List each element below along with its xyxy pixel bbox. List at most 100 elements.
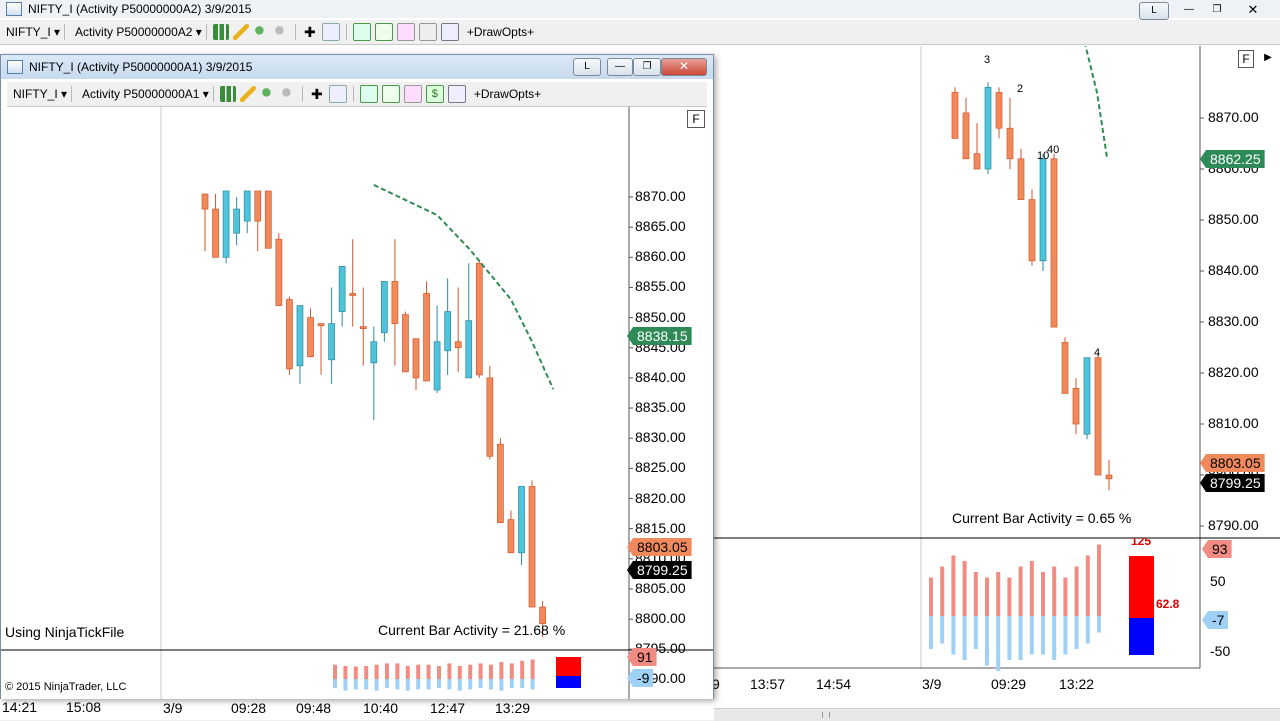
- back-close-button[interactable]: ✕: [1240, 2, 1266, 18]
- x-tick-label: 12:47: [430, 700, 466, 716]
- activity-bar-negative: [1018, 616, 1023, 660]
- pencil-icon[interactable]: [239, 86, 256, 102]
- candle-body: [951, 92, 959, 139]
- candle-body: [995, 92, 1003, 129]
- front-minimize-button[interactable]: —: [607, 58, 633, 76]
- activity-bar-positive: [962, 561, 967, 616]
- activity-bar-negative: [973, 616, 978, 649]
- x-tick-label: 09:29: [991, 676, 1027, 692]
- data-box-icon[interactable]: [418, 23, 437, 41]
- zoom-out-icon[interactable]: [272, 24, 289, 40]
- y-tick-label: 8870.00: [1208, 109, 1259, 125]
- properties-icon[interactable]: [447, 85, 466, 103]
- x-tick-label: 14:54: [816, 676, 852, 692]
- candle-body: [465, 320, 473, 379]
- strategies-icon[interactable]: [374, 23, 393, 41]
- activity-bar-negative: [364, 679, 369, 690]
- candle-body: [307, 317, 314, 358]
- indicators-icon[interactable]: [359, 85, 378, 103]
- back-drawopts-menu[interactable]: +DrawOpts+: [467, 25, 534, 39]
- properties-icon[interactable]: [440, 23, 459, 41]
- back-minimize-button[interactable]: —: [1178, 2, 1200, 18]
- activity-bar-positive: [1074, 566, 1079, 616]
- activity-bar-positive: [437, 666, 441, 679]
- candle-body: [1072, 387, 1080, 425]
- activity-bar-positive: [395, 663, 400, 679]
- candle-body: [296, 305, 304, 367]
- candle-body: [201, 193, 209, 210]
- strategies-icon[interactable]: [381, 85, 400, 103]
- candle-body: [1105, 474, 1113, 480]
- dollar-icon[interactable]: $: [425, 85, 444, 103]
- activity-current-positive: [1129, 556, 1154, 618]
- candle-body: [402, 314, 409, 373]
- candle-body: [1006, 127, 1014, 160]
- zoom-out-icon[interactable]: [279, 86, 296, 102]
- candle-body: [359, 326, 367, 329]
- chart-trader-icon[interactable]: [396, 23, 415, 41]
- activity-bar-negative: [333, 679, 337, 689]
- front-restore-button[interactable]: ❐: [633, 58, 661, 76]
- back-sma-flag: 8862.25: [1200, 150, 1265, 168]
- front-toolbar: NIFTY_I ▾ Activity P50000000A1 ▾ ✚ $ +Dr…: [7, 82, 707, 107]
- copyright-text: © 2015 NinjaTrader, LLC: [5, 681, 127, 693]
- chart-style-icon[interactable]: [212, 24, 229, 40]
- pencil-icon[interactable]: [232, 24, 249, 40]
- front-high-flag: 8803.05: [627, 538, 692, 556]
- crosshair-icon[interactable]: ✚: [309, 86, 325, 102]
- back-activity-top-value: 125: [1131, 538, 1152, 548]
- front-price-chart[interactable]: [1, 107, 713, 699]
- toolbar-divider: [352, 86, 354, 102]
- activity-bar-negative: [426, 679, 431, 690]
- activity-bar-negative: [530, 679, 535, 690]
- front-chart-window[interactable]: NIFTY_I (Activity P50000000A1) 3/9/2015 …: [0, 54, 714, 716]
- chart-trader-icon[interactable]: [403, 85, 422, 103]
- back-horizontal-scrollbar[interactable]: [714, 708, 1280, 721]
- activity-bar-positive: [996, 572, 1001, 616]
- candle-body: [1028, 199, 1036, 262]
- back-titlebar[interactable]: NIFTY_I (Activity P50000000A2) 3/9/2015 …: [0, 0, 1280, 20]
- activity-bar-negative: [1074, 616, 1079, 649]
- back-sub-tick-neg50: -50: [1210, 643, 1231, 659]
- toolbar-divider: [205, 24, 207, 40]
- back-scroll-arrow[interactable]: ▶: [1258, 50, 1278, 66]
- front-drawopts-menu[interactable]: +DrawOpts+: [474, 87, 541, 101]
- chart-window-icon: [6, 2, 22, 16]
- front-instrument-selector[interactable]: NIFTY_I ▾: [13, 87, 67, 101]
- back-interval-selector[interactable]: Activity P50000000A2 ▾: [75, 25, 202, 39]
- candle-body: [518, 486, 525, 554]
- search-icon[interactable]: [328, 85, 347, 103]
- activity-bar-negative: [1007, 616, 1012, 660]
- search-icon[interactable]: [321, 23, 340, 41]
- scrollbar-thumb[interactable]: [822, 712, 830, 718]
- x-tick-label: 10:40: [363, 700, 399, 716]
- crosshair-icon[interactable]: ✚: [302, 24, 318, 40]
- zoom-in-icon[interactable]: [259, 86, 276, 102]
- bar-number-label: 3: [984, 54, 990, 66]
- activity-bar-positive: [1085, 555, 1090, 616]
- front-close-button[interactable]: ✕: [661, 58, 707, 76]
- back-link-button[interactable]: L: [1139, 2, 1169, 20]
- activity-bar-negative: [1063, 616, 1068, 655]
- zoom-in-icon[interactable]: [252, 24, 269, 40]
- candle-body: [423, 293, 430, 382]
- chart-style-icon[interactable]: [219, 86, 236, 102]
- indicators-icon[interactable]: [352, 23, 371, 41]
- back-activity-text: Current Bar Activity = 0.65 %: [952, 510, 1132, 526]
- activity-bar-negative: [1029, 616, 1034, 655]
- back-corner-button[interactable]: F: [1238, 50, 1254, 68]
- candle-body: [1039, 158, 1047, 262]
- back-restore-button[interactable]: ❐: [1206, 2, 1228, 18]
- back-activity-mid-value: 62.8: [1156, 597, 1180, 611]
- front-interval-selector[interactable]: Activity P50000000A1 ▾: [82, 87, 209, 101]
- activity-bar-positive: [468, 664, 473, 679]
- y-tick-label: 8840.00: [635, 368, 686, 385]
- y-tick-label: 8870.00: [635, 188, 686, 204]
- back-instrument-selector[interactable]: NIFTY_I ▾: [6, 25, 60, 39]
- candle-body: [254, 190, 262, 222]
- front-link-button[interactable]: L: [573, 58, 601, 76]
- y-tick-label: 8790.00: [1208, 517, 1259, 533]
- front-corner-button[interactable]: F: [687, 110, 705, 128]
- front-titlebar[interactable]: NIFTY_I (Activity P50000000A1) 3/9/2015 …: [1, 55, 713, 79]
- ninja-tick-file-label: Using NinjaTickFile: [5, 624, 125, 640]
